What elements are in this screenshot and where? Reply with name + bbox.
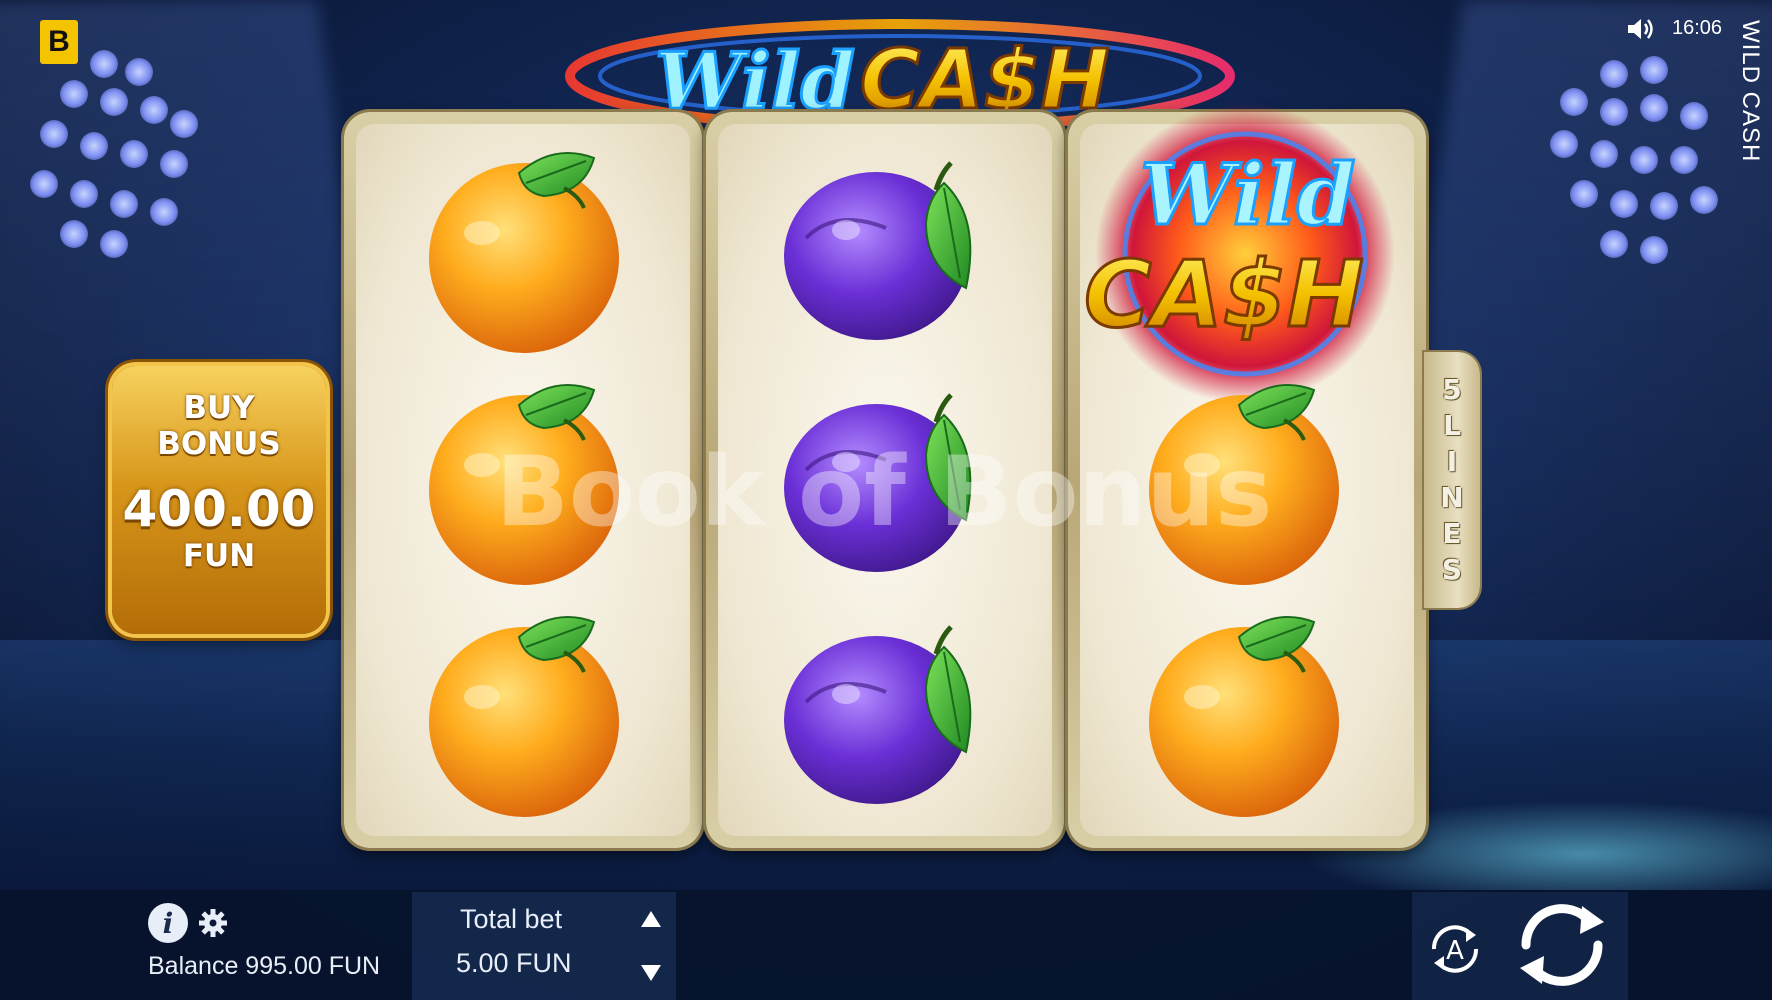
paylines-char: N [1440, 481, 1464, 514]
wild-symbol-word2: CA$H [1084, 241, 1364, 348]
symbol-orange [414, 602, 634, 822]
paylines-char: S [1441, 553, 1463, 586]
symbol-plum [776, 138, 996, 358]
sound-icon[interactable] [1626, 16, 1656, 42]
symbol-orange [414, 370, 634, 590]
buy-bonus-amount: 400.00 [122, 480, 316, 538]
symbol-orange [414, 138, 634, 358]
symbol-orange [1134, 370, 1354, 590]
symbol-wild-cash: Wild CA$H [1083, 104, 1395, 404]
buy-bonus-line1: BUY [183, 390, 255, 426]
wild-symbol-word1: Wild [1140, 145, 1355, 244]
brand-logo: B [40, 20, 78, 64]
arrow-up-icon[interactable] [640, 910, 662, 928]
buy-bonus-button[interactable]: BUY BONUS 400.00 FUN [112, 366, 326, 634]
paylines-char: L [1443, 409, 1461, 442]
arrow-down-icon[interactable] [640, 964, 662, 982]
spin-icon[interactable] [1512, 898, 1612, 992]
balance-display: Balance 995.00 FUN [148, 952, 381, 980]
paylines-char: E [1442, 517, 1462, 550]
symbol-orange [1134, 602, 1354, 822]
symbol-plum [776, 602, 996, 822]
buy-bonus-line2: BONUS [157, 426, 281, 462]
buy-bonus-currency: FUN [182, 538, 256, 574]
clock: 16:06 [1672, 17, 1723, 39]
gear-icon[interactable] [198, 908, 228, 938]
paylines-indicator: 5 L I N E S [1424, 352, 1480, 608]
symbol-plum [776, 370, 996, 590]
info-icon[interactable]: i [148, 903, 188, 943]
autoplay-icon[interactable]: A [1422, 916, 1488, 982]
total-bet-label: Total bet [460, 904, 563, 934]
total-bet-value: 5.00 FUN [456, 948, 572, 978]
paylines-char: 5 [1442, 373, 1462, 406]
autoplay-letter: A [1446, 936, 1464, 966]
side-game-title: WILD CASH [1737, 20, 1764, 163]
paylines-char: I [1446, 445, 1458, 478]
